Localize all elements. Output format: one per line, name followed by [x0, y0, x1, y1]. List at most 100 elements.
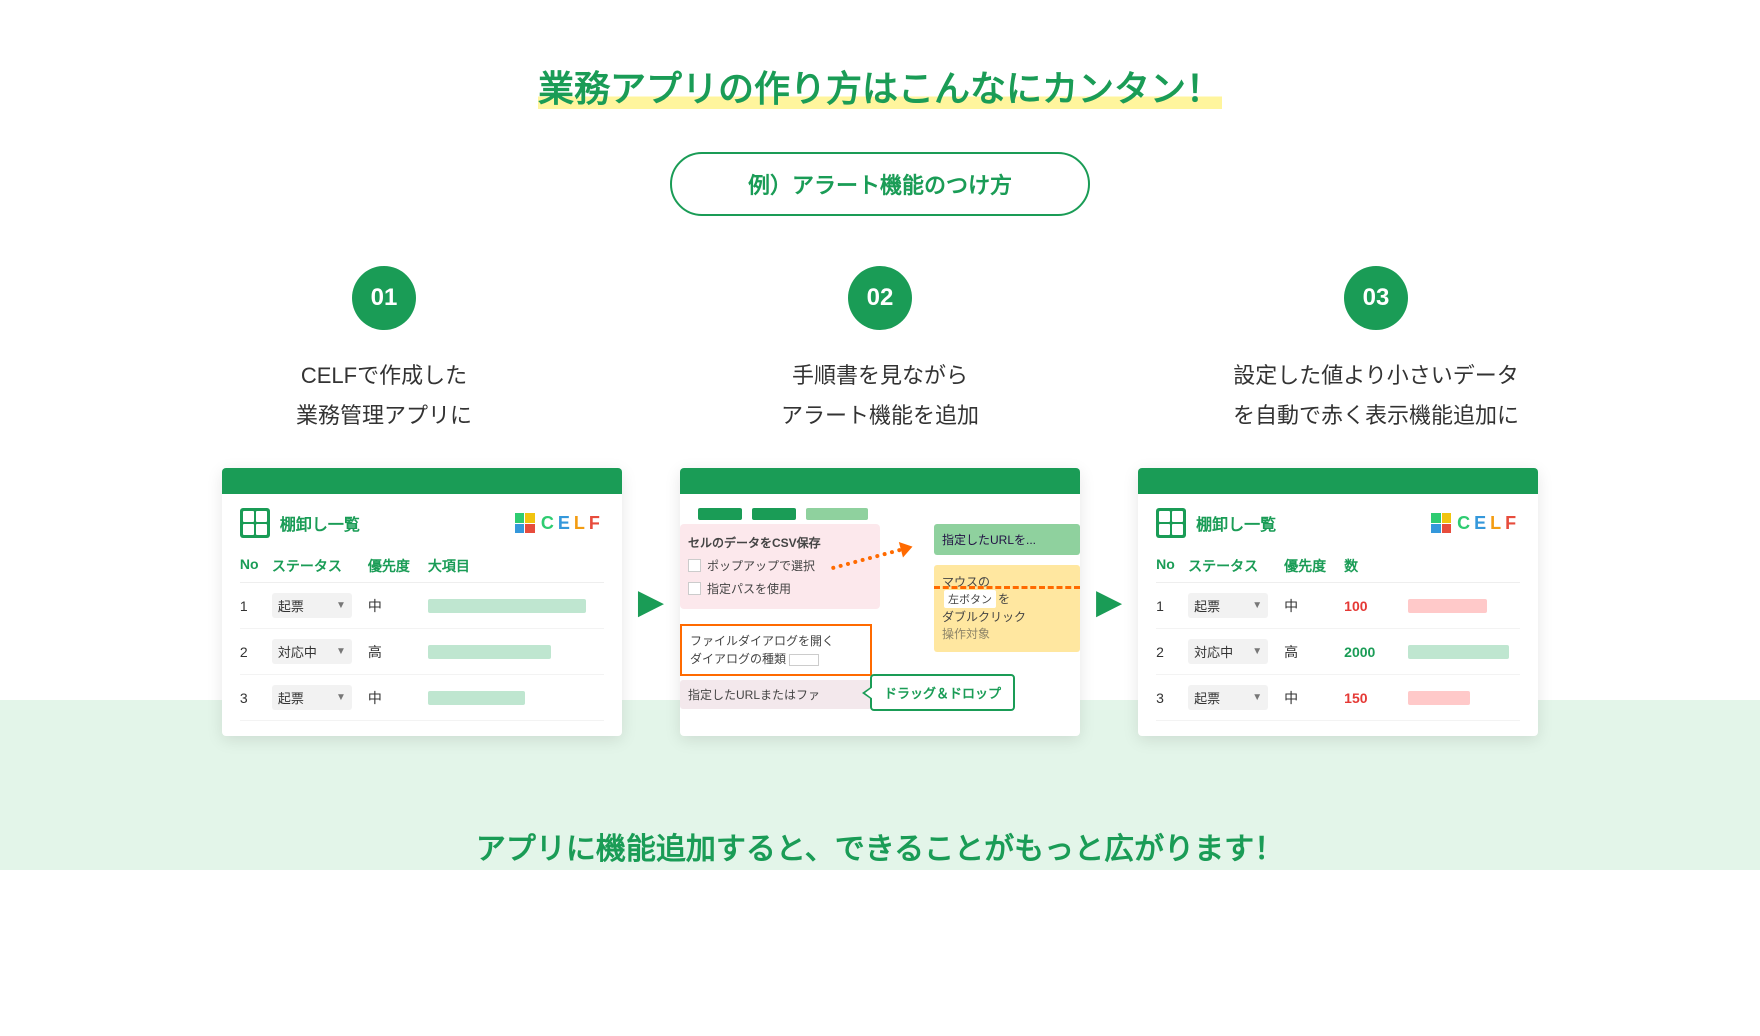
cell-no: 2 — [1156, 644, 1188, 660]
chevron-down-icon: ▼ — [1252, 692, 1262, 703]
drop-target-dashes — [934, 586, 1080, 589]
step-02-line1: 手順書を見ながら — [680, 356, 1080, 396]
opt-path-label: 指定パスを使用 — [707, 580, 791, 597]
card-before: 棚卸し一覧 CELF No ステータス 優先度 大項目 1起票▼中2対応中▼高3… — [222, 468, 622, 736]
card-bar — [1138, 468, 1538, 494]
card-editor: セルのデータをCSV保存 ポップアップで選択 指定パスを使用 指定したURLを.… — [680, 468, 1080, 736]
th-major: 大項目 — [428, 556, 604, 576]
status-select[interactable]: 対応中▼ — [272, 639, 352, 664]
mouse-btn: 左ボタン — [944, 590, 996, 608]
step-desc-02: 手順書を見ながら アラート機能を追加 — [680, 356, 1080, 440]
table-row: 1起票▼ 中100 — [1156, 583, 1520, 629]
value-bar — [1408, 645, 1509, 659]
app-title: 棚卸し一覧 — [280, 511, 360, 535]
cell-no: 1 — [1156, 598, 1188, 614]
cell-priority: 高 — [1284, 642, 1344, 662]
chevron-down-icon: ▼ — [1252, 646, 1262, 657]
cell-no: 3 — [1156, 690, 1188, 706]
opt-path[interactable]: 指定パスを使用 — [688, 580, 872, 597]
main-title: 業務アプリの作り方はこんなにカンタン！ — [0, 0, 1760, 112]
cell-no: 3 — [240, 690, 272, 706]
footer-text: アプリに機能追加すると、できることがもっと広がります！ — [0, 824, 1760, 868]
cell-count: 150 — [1344, 690, 1408, 706]
cell-no: 2 — [240, 644, 272, 660]
cell-priority: 中 — [1284, 596, 1344, 616]
step-01-line2: 業務管理アプリに — [184, 396, 584, 436]
mouse-l4: 操作対象 — [942, 625, 1072, 642]
status-select[interactable]: 起票▼ — [1188, 593, 1268, 618]
cell-no: 1 — [240, 598, 272, 614]
csv-title: セルのデータをCSV保存 — [688, 534, 872, 551]
arrow-icon: ▶ — [1096, 468, 1122, 736]
status-select[interactable]: 起票▼ — [272, 593, 352, 618]
th-status: ステータス — [272, 556, 368, 576]
cell-count: 2000 — [1344, 644, 1408, 660]
file-l1: ファイルダイアログを開く — [690, 632, 862, 650]
right-blocks: 指定したURLを... マウスの 左ボタンを ダブルクリック 操作対象 — [934, 524, 1080, 652]
file-dialog-block[interactable]: ファイルダイアログを開く ダイアログの種類 — [680, 624, 872, 676]
progress-bar — [428, 599, 586, 613]
card-bar — [222, 468, 622, 494]
url-note: 指定したURLまたはファ — [680, 680, 872, 709]
cards-row: 棚卸し一覧 CELF No ステータス 優先度 大項目 1起票▼中2対応中▼高3… — [0, 468, 1760, 736]
cell-priority: 中 — [368, 688, 428, 708]
step-01: 01 CELFで作成した 業務管理アプリに — [184, 266, 584, 440]
step-badge-03: 03 — [1344, 266, 1408, 330]
mouse-l3: ダブルクリック — [942, 608, 1072, 625]
cell-count: 100 — [1344, 598, 1408, 614]
th-no: No — [240, 556, 272, 576]
app-title: 棚卸し一覧 — [1196, 511, 1276, 535]
chevron-down-icon: ▼ — [1252, 600, 1262, 611]
status-select[interactable]: 起票▼ — [1188, 685, 1268, 710]
celf-logo: CELF — [515, 513, 604, 534]
example-pill: 例）アラート機能のつけ方 — [670, 152, 1090, 216]
dnd-tag: ドラッグ＆ドロップ — [870, 674, 1015, 711]
step-01-line1: CELFで作成した — [184, 356, 584, 396]
app-header: 棚卸し一覧 CELF — [240, 508, 604, 538]
status-select[interactable]: 起票▼ — [272, 685, 352, 710]
mouse-wo: を — [998, 592, 1010, 606]
file-l2: ダイアログの種類 — [690, 652, 786, 666]
file-type-slot[interactable] — [789, 654, 819, 666]
calculator-icon — [1156, 508, 1186, 538]
checkbox-icon[interactable] — [688, 582, 701, 595]
step-desc-01: CELFで作成した 業務管理アプリに — [184, 356, 584, 440]
progress-bar — [428, 645, 551, 659]
chevron-down-icon: ▼ — [336, 692, 346, 703]
step-03: 03 設定した値より小さいデータ を自動で赤く表示機能追加に — [1176, 266, 1576, 440]
card-bar — [680, 468, 1080, 494]
table-row: 3起票▼ 中 — [240, 675, 604, 721]
progress-bar — [428, 691, 525, 705]
editor-toolbar — [698, 508, 1062, 520]
status-select[interactable]: 対応中▼ — [1188, 639, 1268, 664]
arrow-icon: ▶ — [638, 468, 664, 736]
step-03-line1: 設定した値より小さいデータ — [1176, 356, 1576, 396]
table-row: 1起票▼ 中 — [240, 583, 604, 629]
cell-priority: 中 — [368, 596, 428, 616]
step-badge-01: 01 — [352, 266, 416, 330]
step-desc-03: 設定した値より小さいデータ を自動で赤く表示機能追加に — [1176, 356, 1576, 440]
table-row: 3起票▼中150 — [1156, 675, 1520, 721]
csv-block: セルのデータをCSV保存 ポップアップで選択 指定パスを使用 — [680, 524, 880, 609]
checkbox-icon[interactable] — [688, 559, 701, 572]
chevron-down-icon: ▼ — [336, 646, 346, 657]
main-title-text: 業務アプリの作り方はこんなにカンタン！ — [538, 68, 1222, 109]
th-status: ステータス — [1188, 556, 1284, 576]
chevron-down-icon: ▼ — [336, 600, 346, 611]
table-header: No ステータス 優先度 大項目 — [240, 550, 604, 583]
step-02-line2: アラート機能を追加 — [680, 396, 1080, 436]
value-bar — [1408, 599, 1486, 613]
step-03-line2: を自動で赤く表示機能追加に — [1176, 396, 1576, 436]
opt-popup-label: ポップアップで選択 — [707, 557, 815, 574]
steps-row: 01 CELFで作成した 業務管理アプリに 02 手順書を見ながら アラート機能… — [0, 266, 1760, 440]
celf-logo: CELF — [1431, 513, 1520, 534]
th-priority: 優先度 — [1284, 556, 1344, 576]
step-badge-02: 02 — [848, 266, 912, 330]
card-after: 棚卸し一覧 CELF No ステータス 優先度 数 1起票▼中1002対応中▼高… — [1138, 468, 1538, 736]
mouse-block[interactable]: マウスの 左ボタンを ダブルクリック 操作対象 — [934, 565, 1080, 652]
th-no: No — [1156, 556, 1188, 576]
th-count: 数 — [1344, 556, 1408, 576]
url-block[interactable]: 指定したURLを... — [934, 524, 1080, 555]
table-row: 2対応中▼ 高2000 — [1156, 629, 1520, 675]
th-priority: 優先度 — [368, 556, 428, 576]
